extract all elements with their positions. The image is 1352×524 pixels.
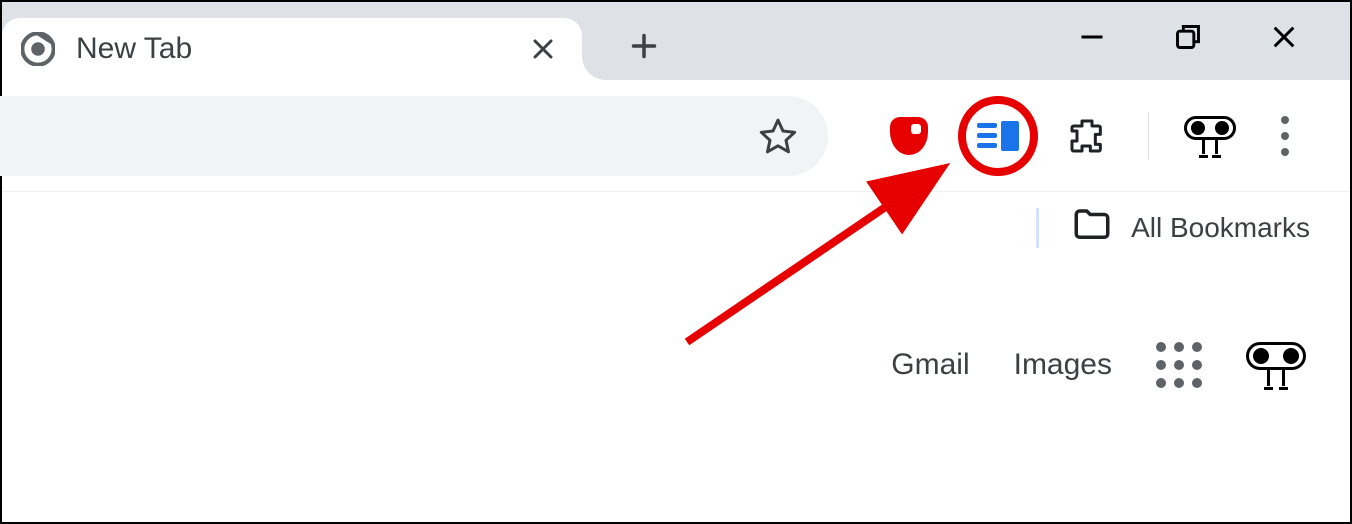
all-bookmarks-button[interactable]: All Bookmarks <box>1131 212 1310 244</box>
ntp-top-links: Gmail Images <box>891 342 1306 388</box>
new-tab-button[interactable] <box>626 28 662 64</box>
images-link[interactable]: Images <box>1014 348 1112 382</box>
tab-strip: New Tab <box>2 2 1350 80</box>
profile-icon <box>1184 116 1236 156</box>
ublock-origin-button[interactable] <box>884 111 934 161</box>
extensions-button[interactable] <box>1062 111 1112 161</box>
profile-button[interactable] <box>1185 111 1235 161</box>
window-close-button[interactable] <box>1264 17 1304 57</box>
chrome-menu-button[interactable] <box>1265 116 1305 156</box>
gmail-link[interactable]: Gmail <box>891 348 969 382</box>
folder-icon <box>1071 204 1113 253</box>
bookmark-star-icon[interactable] <box>756 114 800 158</box>
google-apps-button[interactable] <box>1156 342 1202 388</box>
tab-close-button[interactable] <box>528 34 558 64</box>
bookmarks-bar: All Bookmarks <box>2 192 1350 264</box>
window-minimize-button[interactable] <box>1072 17 1112 57</box>
toolbar-divider <box>1148 112 1149 160</box>
account-button[interactable] <box>1246 342 1306 388</box>
browser-toolbar <box>2 80 1350 192</box>
extensions-icon <box>1067 116 1107 156</box>
side-panel-extension-button[interactable] <box>958 96 1038 176</box>
window-maximize-button[interactable] <box>1168 17 1208 57</box>
bookmarks-separator <box>1036 208 1039 248</box>
tab-active[interactable]: New Tab <box>2 18 582 80</box>
account-avatar-icon <box>1246 342 1306 388</box>
address-bar[interactable] <box>0 96 828 176</box>
side-panel-extension-icon <box>977 121 1019 151</box>
chrome-icon <box>20 31 56 67</box>
window-controls <box>1072 2 1350 72</box>
tab-title: New Tab <box>76 32 508 66</box>
toolbar-actions <box>884 96 1305 176</box>
ublock-origin-icon <box>890 117 928 155</box>
